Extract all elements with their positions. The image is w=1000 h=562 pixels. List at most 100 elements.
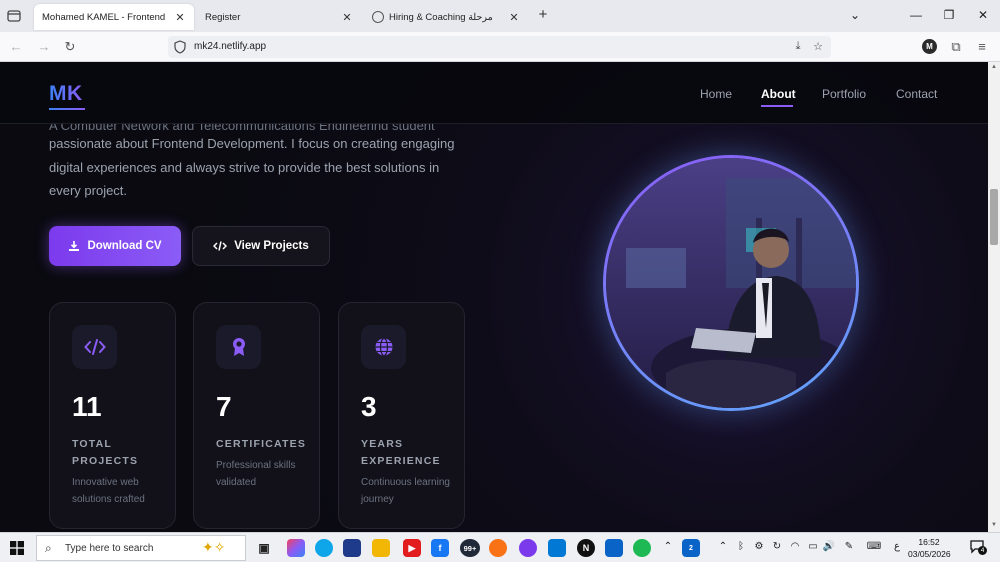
download-cv-label: Download CV [87,240,162,252]
store-icon[interactable] [343,539,361,557]
mail-icon[interactable] [605,539,623,557]
browser-tab-bar: Mohamed KAMEL - Frontend Devel ✕ Registe… [0,0,1000,32]
tab-list-icon[interactable] [6,8,22,24]
task-view-icon[interactable]: ▣ [255,539,273,557]
nav-home[interactable]: Home [700,87,732,101]
keyboard-icon[interactable]: ⌨ [864,541,884,552]
stat-card-projects: 11 TOTAL PROJECTS Innovative web solutio… [49,302,176,529]
scroll-up-icon[interactable]: ▲ [990,64,998,70]
stat-card-experience: 3 YEARS EXPERIENCE Continuous learning j… [338,302,465,529]
stat-card-certificates: 7 CERTIFICATES Professional skills valid… [193,302,320,529]
sparkle-icon: ✦✧ [202,539,226,555]
facebook-icon[interactable]: f [431,539,449,557]
volume-icon[interactable]: 🔊 [822,541,836,552]
site-logo[interactable]: MK [49,82,83,106]
profile-portrait [603,155,859,411]
view-projects-button[interactable]: View Projects [192,226,330,266]
taskbar-search[interactable]: ⌕ Type here to search ✦✧ [36,535,246,561]
battery-icon[interactable]: ▭ [806,541,820,552]
stat-label: YEARS EXPERIENCE [361,438,441,467]
url-text: mk24.netlify.app [194,41,267,52]
notion-icon[interactable]: N [577,539,595,557]
browser-app-icon[interactable] [519,539,537,557]
nav-contact[interactable]: Contact [896,87,937,101]
scrollbar-thumb[interactable] [990,189,998,245]
clock-date: 03/05/2026 [908,549,951,559]
shield-icon [174,40,186,54]
close-window-button[interactable]: ✕ [974,8,992,22]
close-icon[interactable]: ✕ [341,11,353,24]
stat-label: CERTIFICATES [216,438,307,450]
download-icon [69,241,80,251]
search-icon: ⌕ [45,541,52,555]
wifi-icon[interactable]: ◠ [788,541,802,552]
menu-icon[interactable]: ≡ [974,39,990,55]
clock-time: 16:52 [918,537,940,547]
tab-hiring[interactable]: Hiring & Coaching مرحلة ✕ [364,4,528,30]
page-scrollbar[interactable]: ▲ ▼ [988,62,1000,532]
youtube-icon[interactable]: ▶ [403,539,421,557]
stat-description: Innovative web solutions crafted [72,477,145,505]
logo-underline [49,108,85,110]
close-icon[interactable]: ✕ [174,11,186,24]
notification-center-icon[interactable]: 4 [970,540,987,555]
settings-icon[interactable]: ⚙ [752,541,766,552]
back-icon[interactable]: ← [8,39,24,55]
intro-paragraph: passionate about Frontend Development. I… [49,136,455,198]
download-cv-button[interactable]: Download CV [49,226,181,266]
windows-taskbar: ⌕ Type here to search ✦✧ ▣ ▶ f 99+ N ⌃ 2… [0,532,1000,562]
nav-active-indicator [761,105,793,107]
copilot-icon[interactable] [287,539,305,557]
stat-description: Professional skills validated [216,460,296,488]
code-icon [72,325,117,369]
chevron-up-icon[interactable]: ⌃ [661,541,675,552]
search-placeholder: Type here to search [65,543,154,554]
address-bar[interactable]: mk24.netlify.app ⤓ ☆ [168,36,831,58]
stat-description: Continuous learning journey [361,477,450,505]
extensions-icon[interactable]: ⧉ [948,39,964,55]
profile-avatar[interactable]: M [922,39,937,54]
pen-icon[interactable]: ✎ [842,541,856,552]
minimize-button[interactable]: — [907,8,925,22]
tab-portfolio[interactable]: Mohamed KAMEL - Frontend Devel ✕ [34,4,194,30]
save-page-icon[interactable]: ⤓ [791,40,805,53]
scroll-down-icon[interactable]: ▼ [990,522,998,528]
tab-overflow-icon[interactable]: ⌄ [846,8,864,22]
vscode-icon[interactable] [548,539,566,557]
restore-button[interactable]: ❐ [940,8,958,22]
browser-toolbar: ← → ↻ mk24.netlify.app ⤓ ☆ ⧉ ≡ [0,32,1000,62]
show-hidden-icon[interactable]: ⌃ [716,541,730,552]
tab-title: Register [205,11,241,23]
notifications-badge-icon[interactable]: 99+ [460,539,480,557]
tab-title: Mohamed KAMEL - Frontend Devel [42,11,168,23]
firefox-icon[interactable] [489,539,507,557]
site-header: MK Home About Portfolio Contact [0,62,988,124]
bookmark-star-icon[interactable]: ☆ [811,40,825,53]
forward-icon[interactable]: → [36,39,52,55]
windows-start-icon[interactable] [10,541,24,555]
tab-title: Hiring & Coaching مرحلة [389,11,493,23]
edge-icon[interactable] [315,539,333,557]
portrait-image [606,158,856,408]
stat-number: 11 [72,391,102,422]
globe-icon [361,325,406,369]
code-icon [213,241,228,251]
file-explorer-icon[interactable] [372,539,390,557]
nav-portfolio[interactable]: Portfolio [822,87,866,101]
bluetooth-icon[interactable]: ᛒ [734,541,748,552]
globe-icon [372,11,384,23]
stat-label: TOTAL PROJECTS [72,438,139,467]
sync-icon[interactable]: ↻ [770,541,784,552]
nav-about[interactable]: About [761,87,796,101]
mail-badge-icon[interactable]: 2 [682,539,700,557]
stat-number: 7 [216,391,232,422]
reload-icon[interactable]: ↻ [62,39,78,55]
notification-count: 4 [978,546,987,555]
close-icon[interactable]: ✕ [508,11,520,24]
language-indicator[interactable]: ع [890,541,904,552]
webpage: A Computer Network and Telecommunication… [0,62,988,532]
spotify-icon[interactable] [633,539,651,557]
new-tab-button[interactable]: + [535,7,551,22]
taskbar-clock[interactable]: 16:52 03/05/2026 [908,536,951,560]
tab-register[interactable]: Register ✕ [197,4,361,30]
